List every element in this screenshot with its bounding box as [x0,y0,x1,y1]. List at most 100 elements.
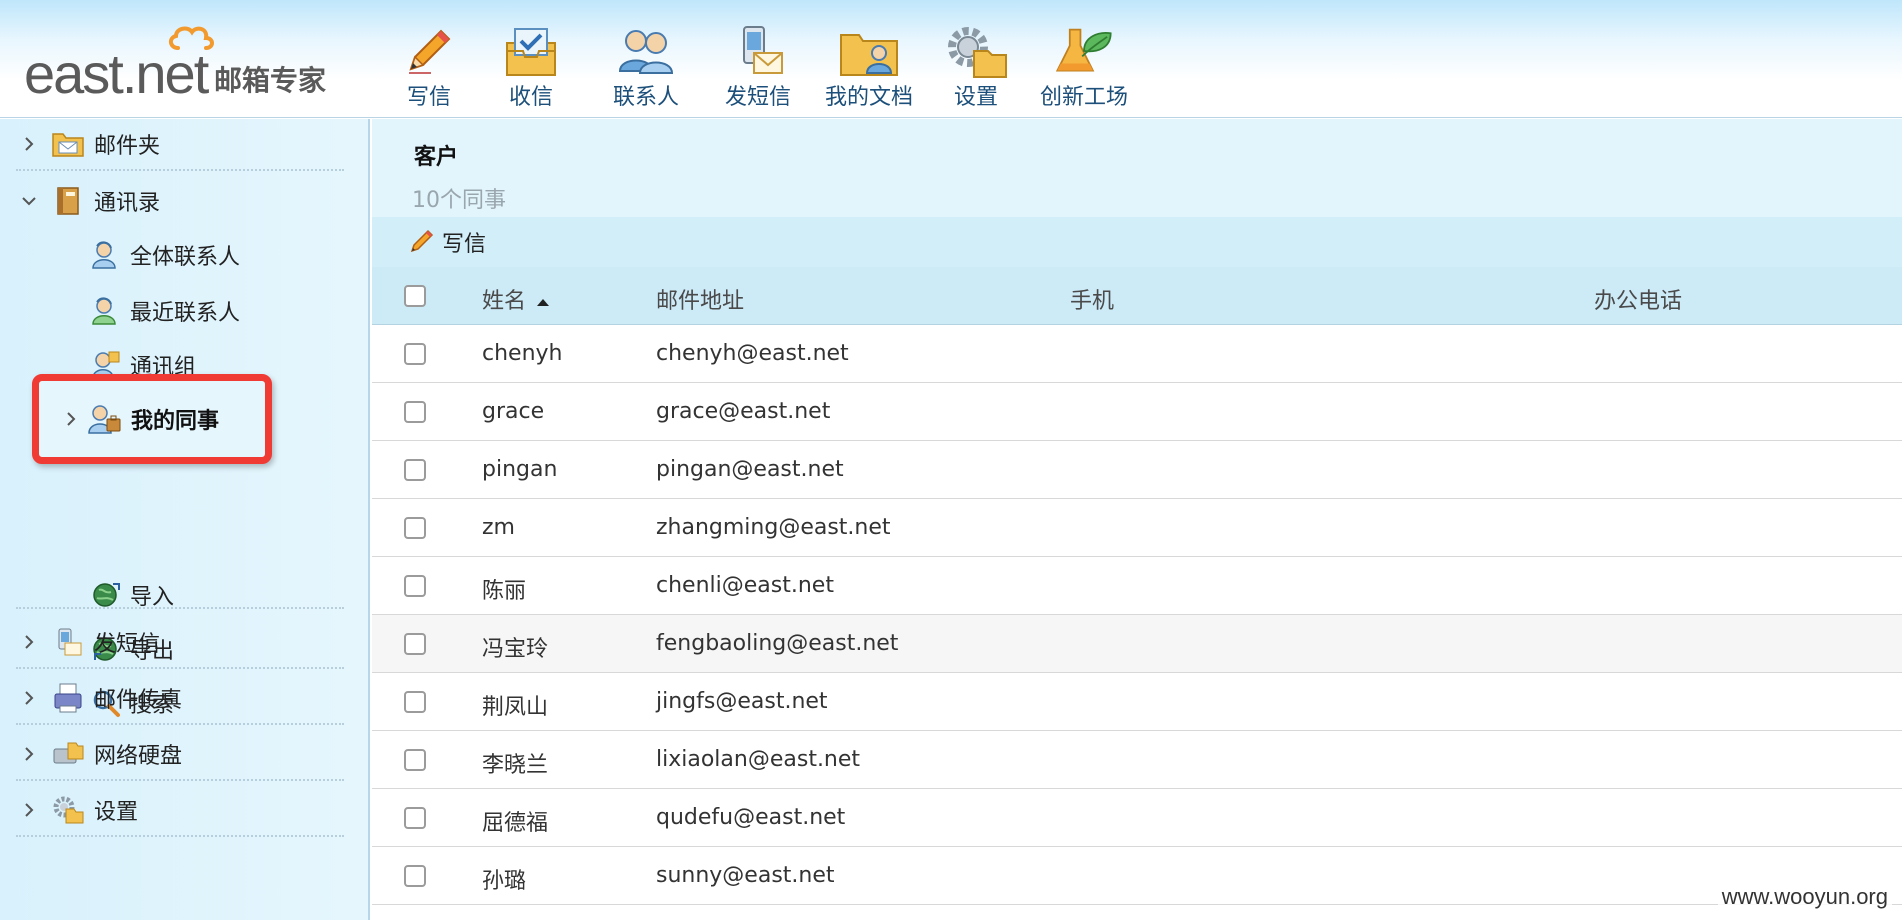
chevron-right-icon [61,411,81,427]
row-checkbox[interactable] [404,633,426,655]
sidebar-label: 设置 [94,800,139,825]
sidebar-item-network-disk[interactable]: 网络硬盘 [16,729,344,781]
row-checkbox[interactable] [404,459,426,481]
main-toolbar: 写信 收信 联系人 发短信 我的文档 设置 创新工场 [388,20,1134,116]
contact-name[interactable]: 屈德福 [482,805,548,837]
contact-email[interactable]: chenli@east.net [656,573,834,598]
toolbar-documents-button[interactable]: 我的文档 [820,20,918,116]
sidebar: 邮件夹 通讯录 全体联系人 最近联系人 通讯组 导入 导出 搜索 发短信 邮件传… [0,119,370,920]
sidebar-item-address-book[interactable]: 通讯录 [16,175,344,227]
contact-email[interactable]: pingan@east.net [656,457,844,482]
sidebar-item-mail-folders[interactable]: 邮件夹 [16,119,344,171]
table-row[interactable]: pingan pingan@east.net [372,441,1902,499]
toolbar-documents-label: 我的文档 [824,85,913,110]
contact-name[interactable]: 孙璐 [482,863,526,895]
sidebar-label: 通讯录 [94,191,161,216]
column-header-office-phone[interactable]: 办公电话 [1594,283,1682,315]
sidebar-label: 我的同事 [131,409,220,434]
pencil-icon [397,20,461,82]
contact-email[interactable]: lixiaolan@east.net [656,747,860,772]
recent-contact-icon [88,295,124,327]
contact-name[interactable]: 荆凤山 [482,689,548,721]
contact-name[interactable]: zm [482,515,515,540]
table-row[interactable]: 孙璐 sunny@east.net [372,847,1902,905]
sidebar-item-mail-fax[interactable]: 邮件传真 [16,673,344,725]
mail-folder-icon [50,128,86,160]
contact-email[interactable]: qudefu@east.net [656,805,845,830]
group-header: 客户 10个同事 [372,119,1902,217]
row-checkbox[interactable] [404,343,426,365]
contact-name[interactable]: 冯宝玲 [482,631,548,663]
write-email-label: 写信 [442,232,487,257]
app-logo[interactable]: east.net 邮箱专家 [24,22,344,104]
sidebar-item-import[interactable]: 导入 [88,575,174,615]
sidebar-label: 全体联系人 [130,245,241,270]
row-checkbox[interactable] [404,807,426,829]
contact-name[interactable]: pingan [482,457,557,482]
table-row[interactable]: chenyh chenyh@east.net [372,325,1902,383]
toolbar-write-label: 写信 [406,85,451,110]
table-row[interactable]: 陈丽 chenli@east.net [372,557,1902,615]
sidebar-item-recent-contacts[interactable]: 最近联系人 [88,291,240,331]
toolbar-contacts-button[interactable]: 联系人 [598,20,694,116]
row-checkbox[interactable] [404,401,426,423]
sidebar-item-settings[interactable]: 设置 [16,785,344,837]
toolbar-settings-label: 设置 [953,85,998,110]
contact-email[interactable]: zhangming@east.net [656,515,891,540]
contact-name[interactable]: 李晓兰 [482,747,548,779]
row-checkbox[interactable] [404,517,426,539]
table-row[interactable]: 李晓兰 lixiaolan@east.net [372,731,1902,789]
row-checkbox[interactable] [404,865,426,887]
sidebar-item-all-contacts[interactable]: 全体联系人 [88,235,240,275]
toolbar-contacts-label: 联系人 [612,85,679,110]
column-header-email[interactable]: 邮件地址 [656,283,744,315]
toolbar-sms-button[interactable]: 发短信 [710,20,806,116]
sidebar-item-my-colleagues[interactable]: 我的同事 [32,374,272,464]
toolbar-settings-button[interactable]: 设置 [936,20,1016,116]
table-row[interactable]: grace grace@east.net [372,383,1902,441]
chevron-right-icon [16,800,42,820]
sidebar-item-send-sms[interactable]: 发短信 [16,617,344,669]
table-row-hovered[interactable]: 冯宝玲 fengbaoling@east.net [372,615,1902,673]
table-row[interactable]: zm zhangming@east.net [372,499,1902,557]
chevron-right-icon [16,632,42,652]
row-checkbox[interactable] [404,691,426,713]
sidebar-label: 发短信 [94,632,161,657]
table-row[interactable]: 屈德福 qudefu@east.net [372,789,1902,847]
column-header-mobile[interactable]: 手机 [1070,283,1114,315]
row-checkbox[interactable] [404,575,426,597]
column-header-name[interactable]: 姓名 [482,283,551,315]
flask-leaf-icon [1052,20,1116,82]
column-header-label: 姓名 [482,289,527,314]
row-checkbox[interactable] [404,749,426,771]
write-email-button[interactable]: 写信 [408,225,486,259]
contact-email[interactable]: fengbaoling@east.net [656,631,898,656]
toolbar-write-button[interactable]: 写信 [388,20,470,116]
pencil-icon [408,225,438,259]
chevron-right-icon [16,688,42,708]
address-book-icon [50,185,86,217]
select-all-checkbox[interactable] [404,285,426,307]
watermark: www.wooyun.org [1717,884,1892,910]
contact-name[interactable]: chenyh [482,341,562,366]
contact-email[interactable]: chenyh@east.net [656,341,849,366]
documents-folder-icon [837,20,901,82]
toolbar-innovation-button[interactable]: 创新工场 [1034,20,1134,116]
contacts-icon [614,20,678,82]
table-row[interactable]: 荆凤山 jingfs@east.net [372,673,1902,731]
network-disk-icon [50,738,86,770]
logo-subtitle: 邮箱专家 [214,64,327,97]
sidebar-label: 网络硬盘 [94,744,183,769]
settings-gear-icon [944,20,1008,82]
sidebar-divider [16,607,344,609]
contact-email[interactable]: grace@east.net [656,399,830,424]
group-title: 客户 [414,145,459,170]
contact-name[interactable]: 陈丽 [482,573,526,605]
chevron-down-icon [16,191,42,211]
contact-name[interactable]: grace [482,399,544,424]
contact-email[interactable]: jingfs@east.net [656,689,828,714]
contact-email[interactable]: sunny@east.net [656,863,835,888]
contact-person-icon [88,239,124,271]
toolbar-innovation-label: 创新工场 [1039,85,1128,110]
toolbar-receive-button[interactable]: 收信 [484,20,578,116]
